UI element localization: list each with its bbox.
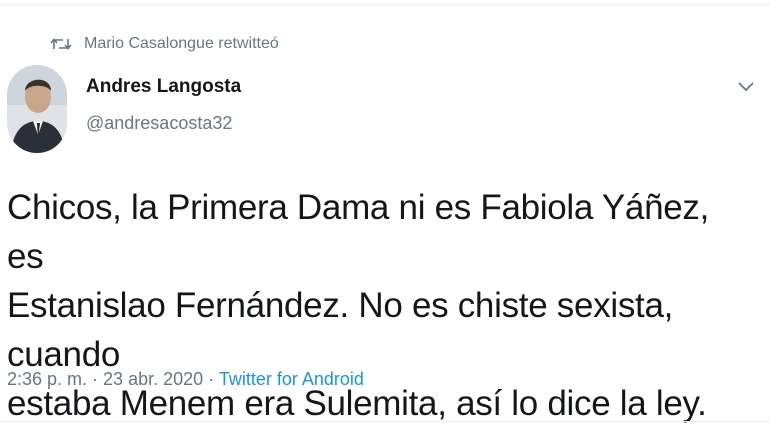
tweet-card: Mario Casalongue retwitteó Andres Langos… <box>0 0 770 435</box>
meta-separator: · <box>87 369 104 389</box>
tweet-source-link[interactable]: Twitter for Android <box>219 369 364 389</box>
tweet-time[interactable]: 2:36 p. m. <box>7 369 87 389</box>
avatar[interactable] <box>7 65 67 153</box>
retweet-label: Mario Casalongue retwitteó <box>84 35 279 52</box>
tweet-text-line: Estanislao Fernández. No es chiste sexis… <box>7 286 674 374</box>
tweet-meta: 2:36 p. m. · 23 abr. 2020 · Twitter for … <box>7 369 364 390</box>
tweet-text: Chicos, la Primera Dama ni es Fabiola Yá… <box>7 183 747 428</box>
retweet-context[interactable]: Mario Casalongue retwitteó <box>50 33 279 55</box>
bottom-divider <box>0 421 770 422</box>
tweet-date[interactable]: 23 abr. 2020 <box>103 369 203 389</box>
top-divider <box>0 4 770 5</box>
tweet-menu-button[interactable] <box>733 75 759 97</box>
author-handle[interactable]: @andresacosta32 <box>86 113 232 134</box>
retweet-icon <box>50 36 72 52</box>
chevron-down-icon <box>733 82 759 101</box>
author-name[interactable]: Andres Langosta <box>86 76 241 98</box>
tweet-text-line: Chicos, la Primera Dama ni es Fabiola Yá… <box>7 188 710 276</box>
meta-separator: · <box>203 369 219 389</box>
